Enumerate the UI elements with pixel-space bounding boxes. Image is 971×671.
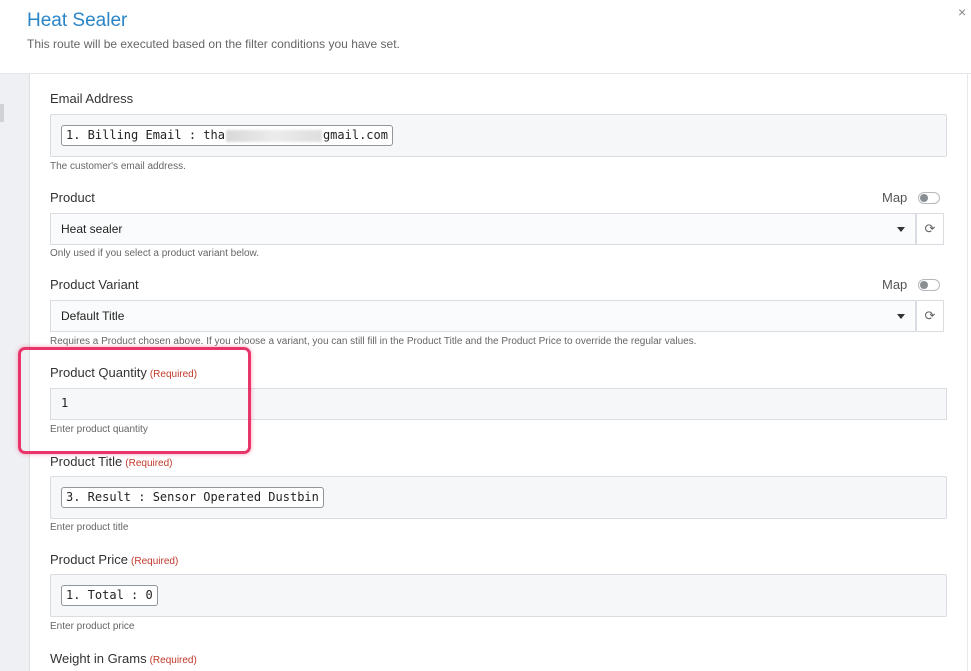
weight-label-text: Weight in Grams: [50, 651, 147, 666]
required-marker: (Required): [149, 655, 197, 666]
email-token-suffix: gmail.com: [322, 128, 388, 142]
modal-header: Heat Sealer This route will be executed …: [0, 0, 971, 74]
variant-hint: Requires a Product chosen above. If you …: [50, 336, 697, 347]
quantity-input[interactable]: 1: [50, 388, 947, 420]
required-marker: (Required): [149, 369, 198, 380]
email-token[interactable]: 1. Billing Email : tha gmail.com: [61, 125, 393, 146]
chevron-down-icon: [897, 314, 905, 319]
email-field[interactable]: 1. Billing Email : tha gmail.com: [50, 114, 947, 157]
price-field[interactable]: 1. Total : 0: [50, 574, 947, 617]
close-icon[interactable]: ×: [958, 5, 966, 19]
title-label: Product Title (Required): [50, 454, 173, 469]
variant-select[interactable]: Default Title: [50, 300, 916, 332]
chevron-down-icon: [897, 227, 905, 232]
title-field[interactable]: 3. Result : Sensor Operated Dustbin: [50, 476, 947, 519]
form-body[interactable]: Email Address 1. Billing Email : tha gmai…: [30, 74, 971, 671]
variant-select-value: Default Title: [61, 309, 125, 323]
product-label: Product: [50, 190, 95, 205]
product-select-value: Heat sealer: [61, 222, 123, 236]
weight-label: Weight in Grams (Required): [50, 651, 197, 666]
modal-subtitle: This route will be executed based on the…: [27, 37, 400, 51]
product-refresh-button[interactable]: ⟳: [916, 213, 944, 245]
email-label: Email Address: [50, 91, 134, 106]
price-label-text: Product Price: [50, 552, 129, 567]
redacted-blur: [225, 129, 322, 142]
price-label: Product Price (Required): [50, 552, 178, 567]
price-token[interactable]: 1. Total : 0: [61, 585, 158, 606]
refresh-icon: ⟳: [924, 221, 936, 236]
title-label-text: Product Title: [50, 454, 123, 469]
quantity-label: Product Quantity (Required): [50, 365, 197, 380]
quantity-label-text: Product Quantity: [50, 365, 147, 380]
variant-map-toggle-group: Map: [882, 277, 941, 292]
title-hint: Enter product title: [50, 522, 129, 533]
quantity-hint: Enter product quantity: [50, 424, 148, 435]
variant-refresh-button[interactable]: ⟳: [916, 300, 944, 332]
price-hint: Enter product price: [50, 621, 135, 632]
background-edge-marker: [0, 104, 4, 122]
variant-map-label: Map: [882, 277, 908, 292]
product-map-toggle[interactable]: [918, 191, 941, 204]
product-map-label: Map: [882, 190, 908, 205]
variant-label: Product Variant: [50, 277, 139, 292]
modal-title: Heat Sealer: [27, 10, 128, 31]
email-hint: The customer's email address.: [50, 161, 186, 172]
background-page-strip: [0, 74, 30, 671]
right-divider: [967, 74, 968, 671]
title-token[interactable]: 3. Result : Sensor Operated Dustbin: [61, 487, 324, 508]
required-marker: (Required): [131, 556, 179, 567]
email-token-prefix: 1. Billing Email : tha: [66, 128, 225, 142]
refresh-icon: ⟳: [924, 308, 936, 323]
product-select[interactable]: Heat sealer: [50, 213, 916, 245]
product-map-toggle-group: Map: [882, 190, 941, 205]
product-hint: Only used if you select a product varian…: [50, 248, 260, 259]
required-marker: (Required): [125, 458, 173, 469]
variant-map-toggle[interactable]: [918, 278, 941, 291]
